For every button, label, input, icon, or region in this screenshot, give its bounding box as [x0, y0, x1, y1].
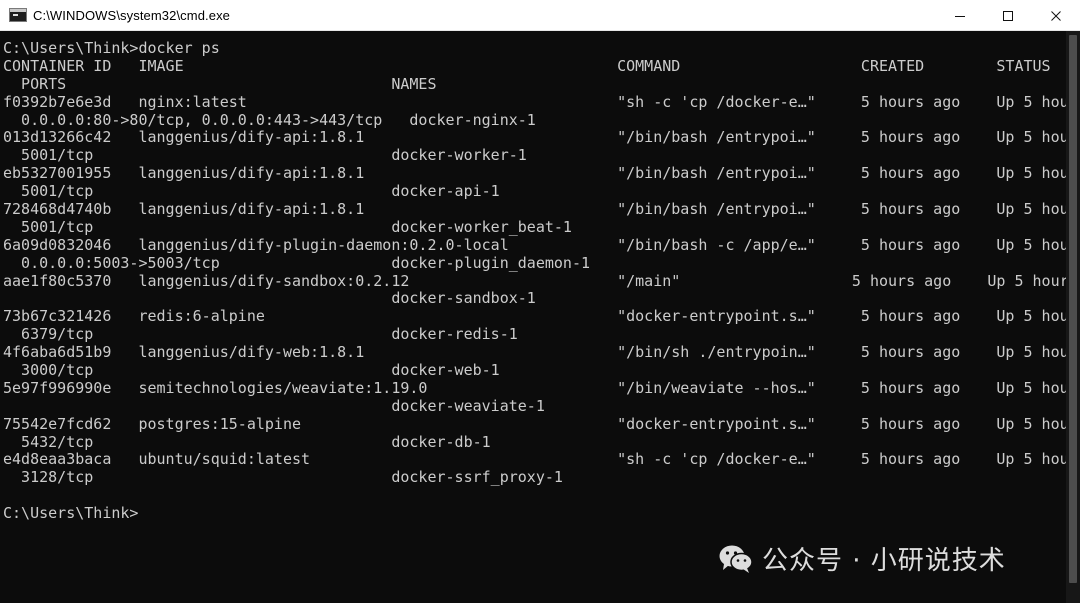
console-line: docker-weaviate-1: [3, 396, 545, 415]
maximize-button[interactable]: [984, 0, 1032, 31]
console-line: 4f6aba6d51b9 langgenius/dify-web:1.8.1 "…: [3, 343, 1066, 362]
console-line: 728468d4740b langgenius/dify-api:1.8.1 "…: [3, 200, 1066, 219]
window-title: C:\WINDOWS\system32\cmd.exe: [33, 7, 231, 23]
console-line: docker-sandbox-1: [3, 289, 536, 308]
console-line: 5001/tcp docker-api-1: [3, 182, 500, 201]
wechat-logo-icon: [719, 545, 753, 573]
close-button[interactable]: [1032, 0, 1080, 31]
console-line: 0.0.0.0:5003->5003/tcp docker-plugin_dae…: [3, 253, 590, 272]
console-line: 73b67c321426 redis:6-alpine "docker-entr…: [3, 307, 1066, 326]
console-line: eb5327001955 langgenius/dify-api:1.8.1 "…: [3, 164, 1066, 183]
console-line: 0.0.0.0:80->80/tcp, 0.0.0.0:443->443/tcp…: [3, 110, 536, 129]
console-line: 6379/tcp docker-redis-1: [3, 325, 518, 344]
console-prompt: C:\Users\Think>: [3, 504, 139, 523]
console-line: f0392b7e6e3d nginx:latest "sh -c 'cp /do…: [3, 92, 1066, 111]
console-line: CONTAINER ID IMAGE COMMAND CREATED STATU…: [3, 56, 1051, 75]
console-line: PORTS NAMES: [3, 74, 437, 93]
close-icon: [1051, 10, 1061, 21]
console-line: aae1f80c5370 langgenius/dify-sandbox:0.2…: [3, 271, 1066, 290]
vertical-scrollbar[interactable]: [1066, 31, 1080, 603]
console-line: 75542e7fcd62 postgres:15-alpine "docker-…: [3, 414, 1066, 433]
console-line: C:\Users\Think>docker ps: [3, 40, 220, 57]
console-line: 3128/tcp docker-ssrf_proxy-1: [3, 468, 563, 487]
minimize-icon: [955, 15, 965, 17]
cmd-console-icon: [9, 8, 27, 22]
console-line: e4d8eaa3baca ubuntu/squid:latest "sh -c …: [3, 450, 1066, 469]
scrollbar-thumb[interactable]: [1069, 35, 1077, 583]
console-line: 5e97f996990e semitechnologies/weaviate:1…: [3, 378, 1066, 397]
console-line: 013d13266c42 langgenius/dify-api:1.8.1 "…: [3, 128, 1066, 147]
console-line: 5432/tcp docker-db-1: [3, 432, 491, 451]
console-output[interactable]: C:\Users\Think>docker ps CONTAINER ID IMA…: [3, 40, 1066, 603]
window-titlebar[interactable]: C:\WINDOWS\system32\cmd.exe: [0, 0, 1080, 31]
watermark-text: 公众号 · 小研说技术: [762, 546, 1006, 576]
watermark: 公众号 · 小研说技术: [718, 540, 1006, 577]
console-line: 5001/tcp docker-worker_beat-1: [3, 217, 572, 236]
console-line: 3000/tcp docker-web-1: [3, 361, 500, 380]
minimize-button[interactable]: [936, 0, 984, 31]
window-controls: [936, 0, 1080, 31]
maximize-icon: [1003, 10, 1013, 21]
console-line: 6a09d0832046 langgenius/dify-plugin-daem…: [3, 235, 1066, 254]
console-line: 5001/tcp docker-worker-1: [3, 146, 527, 165]
